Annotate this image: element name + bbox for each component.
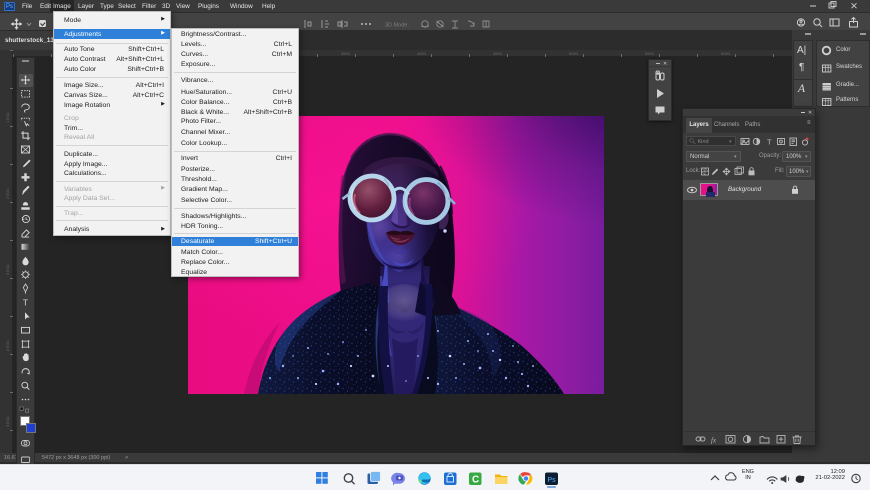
svg-text:T: T: [23, 298, 28, 308]
svg-text:T: T: [767, 138, 772, 147]
svg-text:3D Mode:: 3D Mode:: [385, 23, 409, 29]
svg-text:C: C: [472, 475, 479, 486]
svg-text:fx: fx: [711, 437, 717, 445]
svg-text:Ps: Ps: [548, 477, 557, 484]
